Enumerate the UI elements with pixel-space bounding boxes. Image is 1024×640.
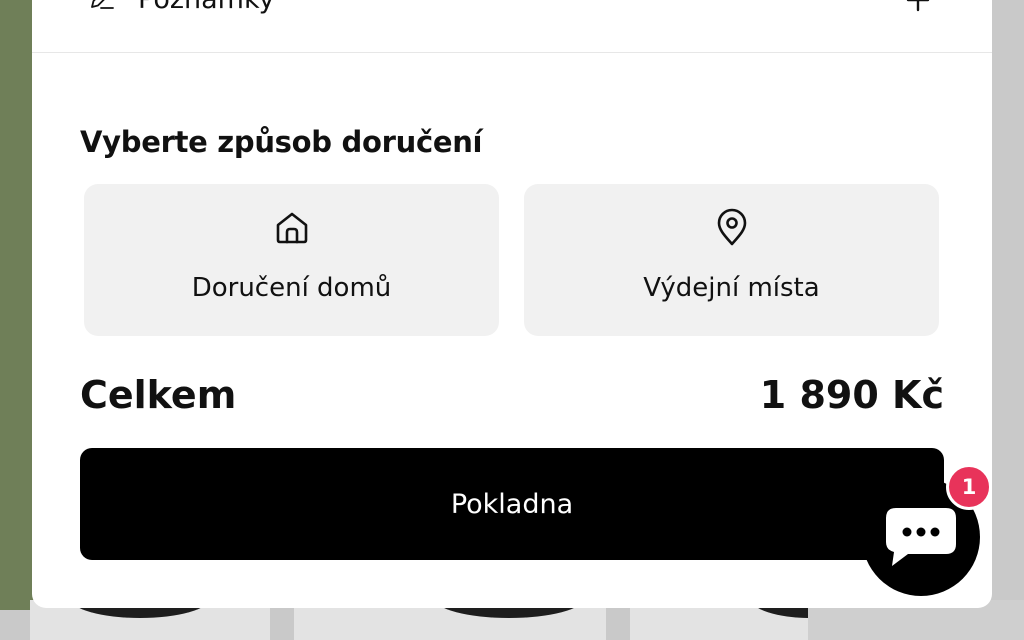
delivery-option-home[interactable]: Doručení domů bbox=[84, 184, 499, 336]
cart-drawer: Poznámky Vyberte způsob doručení Doručen… bbox=[32, 0, 992, 608]
total-value: 1 890 Kč bbox=[759, 373, 944, 417]
delivery-option-label: Doručení domů bbox=[191, 273, 392, 303]
checkout-button[interactable]: Pokladna bbox=[80, 448, 944, 560]
notes-row[interactable]: Poznámky bbox=[32, 0, 992, 53]
notes-label: Poznámky bbox=[138, 0, 275, 18]
plus-icon[interactable] bbox=[900, 0, 936, 18]
total-label: Celkem bbox=[80, 373, 237, 417]
delivery-method-title: Vyberte způsob doručení bbox=[80, 125, 483, 159]
pencil-icon bbox=[87, 0, 117, 12]
delivery-option-label: Výdejní místa bbox=[643, 273, 820, 303]
chat-notification-badge: 1 bbox=[946, 464, 992, 510]
home-icon bbox=[272, 208, 312, 248]
map-pin-icon bbox=[712, 208, 752, 248]
delivery-option-pickup[interactable]: Výdejní místa bbox=[524, 184, 939, 336]
